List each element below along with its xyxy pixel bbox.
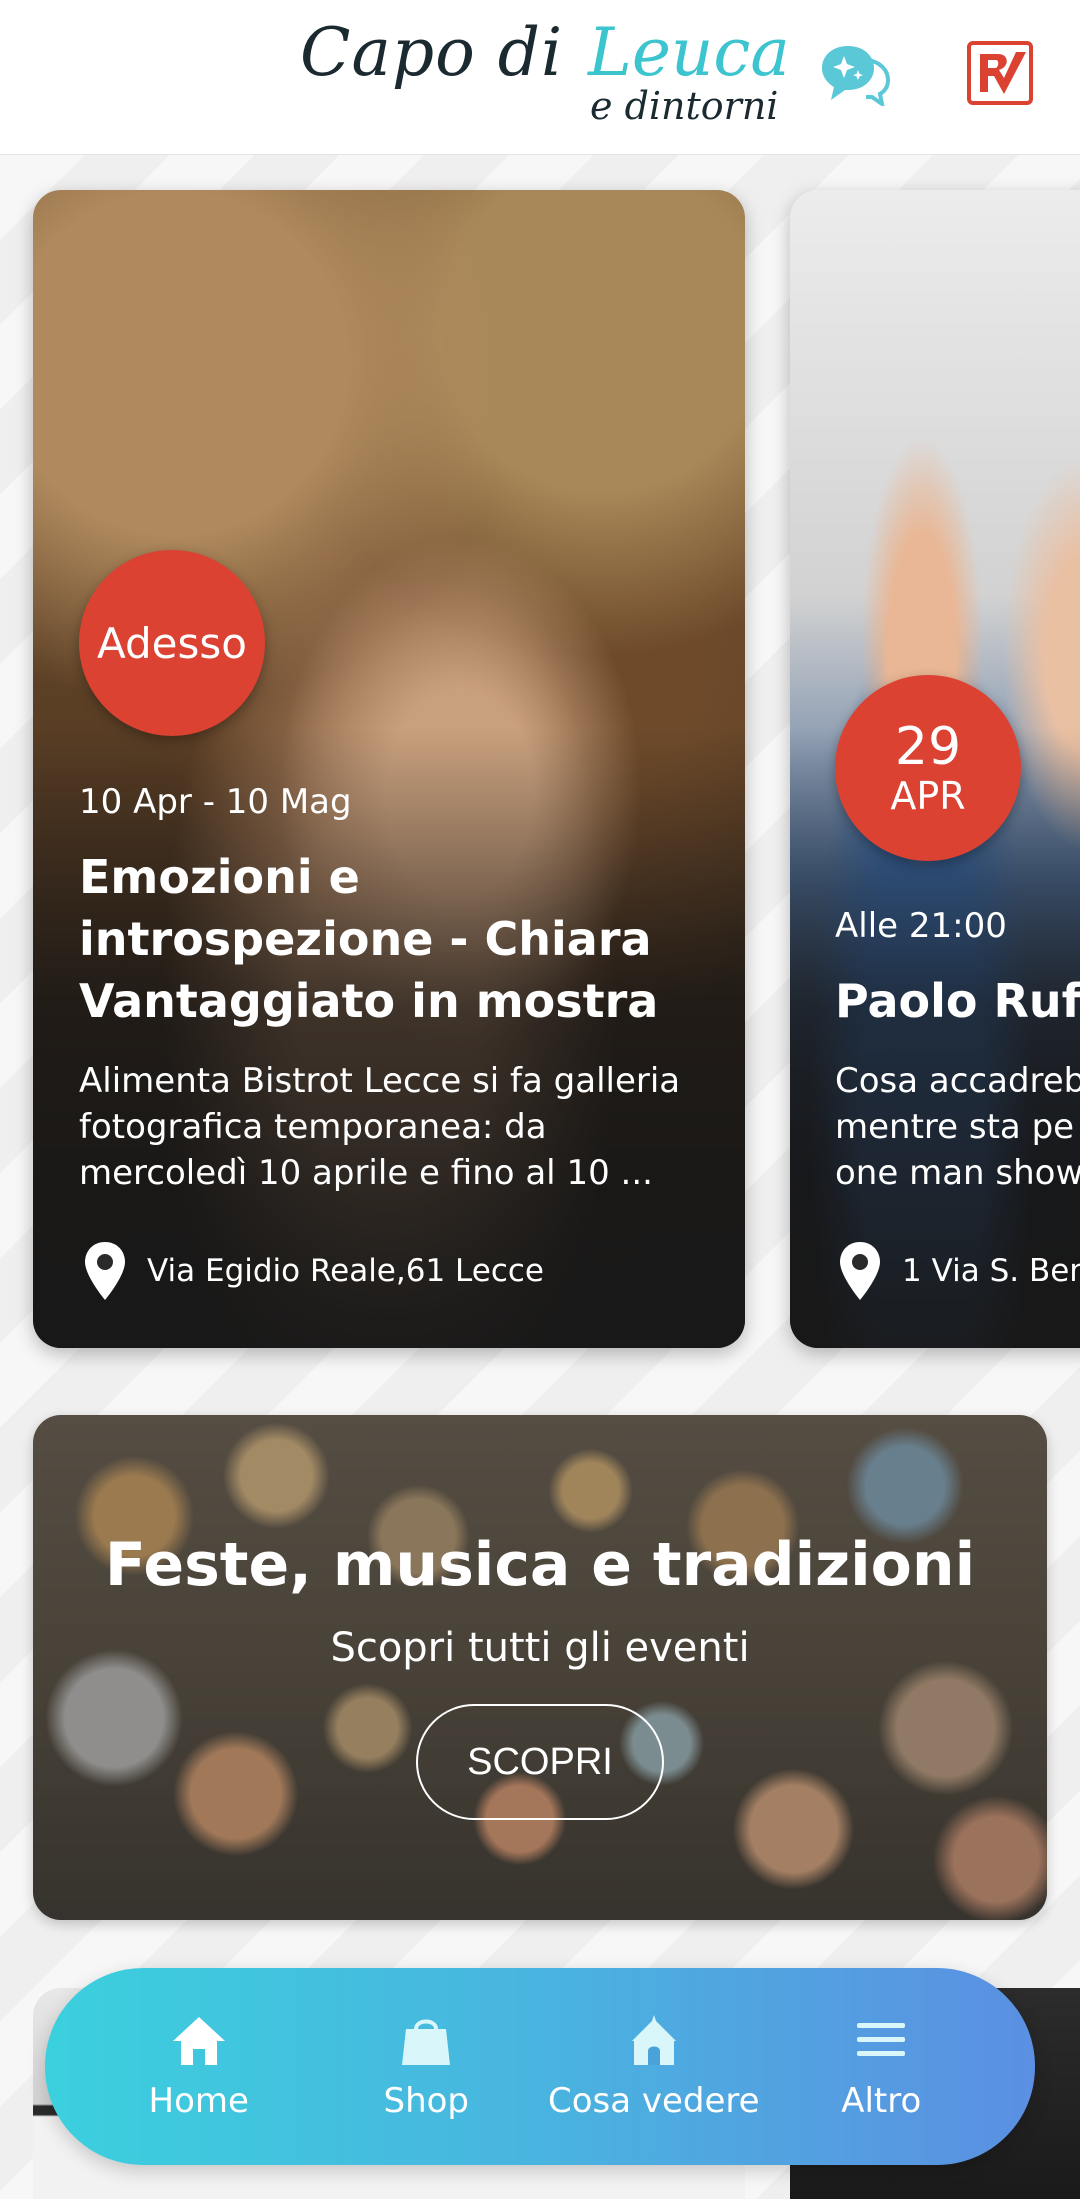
event-location-text: Via Egidio Reale,61 Lecce xyxy=(147,1253,544,1289)
nav-item-label: Shop xyxy=(383,2080,469,2121)
nav-item-altro[interactable]: Altro xyxy=(771,2013,991,2121)
event-location-text: 1 Via S. Bene xyxy=(902,1253,1080,1289)
menu-icon xyxy=(857,2022,906,2056)
home-icon xyxy=(172,2016,225,2065)
nav-item-cosa-vedere[interactable]: Cosa vedere xyxy=(544,2013,764,2121)
nav-item-label: Home xyxy=(148,2080,249,2121)
event-description-line: one man show xyxy=(835,1153,1080,1193)
logo-sub-text: e dintorni xyxy=(590,84,779,128)
app-logo[interactable]: Capo di Leuca e dintorni xyxy=(300,14,790,134)
location-pin-icon xyxy=(840,1242,880,1300)
logo-main-text: Capo di xyxy=(300,14,564,91)
event-card[interactable]: 29 APR Alle 21:00 Paolo Ruffini Cosa acc… xyxy=(790,190,1080,1348)
location-pin-icon xyxy=(85,1242,125,1300)
event-title: Paolo Ruffini xyxy=(835,974,1080,1028)
event-dates: 10 Apr - 10 Mag xyxy=(79,782,352,822)
event-time: Alle 21:00 xyxy=(835,906,1007,946)
event-date-day: 29 xyxy=(894,717,962,777)
nav-item-home[interactable]: Home xyxy=(89,2013,309,2121)
event-location: 1 Via S. Bene xyxy=(838,1240,1080,1302)
event-description-line: Cosa accadrebbe xyxy=(835,1061,1080,1101)
nav-item-shop[interactable]: Shop xyxy=(316,2013,536,2121)
event-description-line: mentre sta pe xyxy=(835,1107,1075,1147)
event-description: Cosa accadrebbe mentre sta pe one man sh… xyxy=(835,1058,1080,1196)
chat-bubbles-sparkle-icon[interactable] xyxy=(818,42,890,106)
event-title: Emozioni e introspezione - Chiara Vantag… xyxy=(79,850,659,1028)
event-date-badge: 29 APR xyxy=(835,675,1021,861)
rv-logo-icon[interactable] xyxy=(966,40,1034,106)
event-date-month: APR xyxy=(890,774,966,818)
nav-item-label: Cosa vedere xyxy=(547,2080,760,2121)
nav-item-label: Altro xyxy=(841,2080,922,2121)
discover-button[interactable]: SCOPRI xyxy=(416,1704,664,1820)
banner-title: Feste, musica e tradizioni xyxy=(104,1530,976,1600)
bottom-navigation: Home Shop Cosa vedere Altro xyxy=(45,1968,1035,2165)
event-location: Via Egidio Reale,61 Lecce xyxy=(83,1240,544,1302)
banner-subtitle: Scopri tutti gli eventi xyxy=(330,1625,750,1671)
shopping-bag-icon xyxy=(402,2019,451,2065)
event-description: Alimenta Bistrot Lecce si fa galleria fo… xyxy=(79,1061,681,1193)
event-now-badge: Adesso xyxy=(79,550,265,736)
events-banner: Feste, musica e tradizioni Scopri tutti … xyxy=(33,1415,1047,1920)
app-header: Capo di Leuca e dintorni xyxy=(0,0,1080,155)
logo-accent-text: Leuca xyxy=(588,14,790,91)
trullo-icon xyxy=(631,2014,676,2065)
event-card[interactable]: Adesso 10 Apr - 10 Mag Emozioni e intros… xyxy=(33,190,745,1348)
